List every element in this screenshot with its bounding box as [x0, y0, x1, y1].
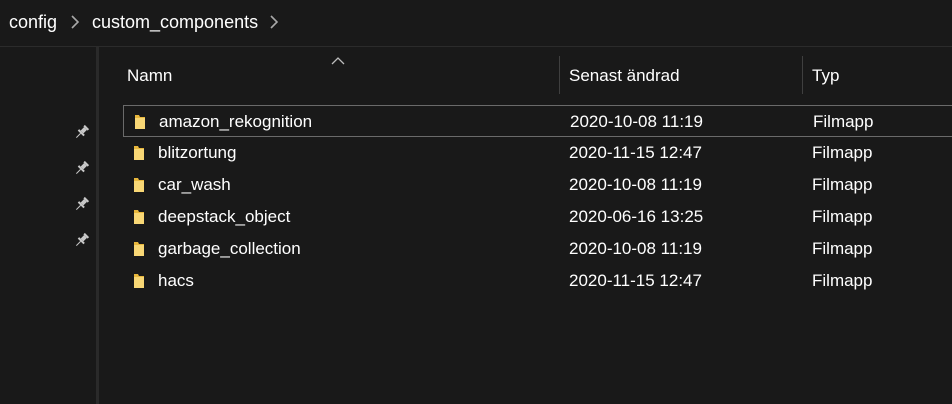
breadcrumb: config custom_components [0, 0, 952, 47]
pin-icon[interactable] [73, 123, 91, 141]
file-row[interactable]: deepstack_object 2020-06-16 13:25 Filmapp [123, 201, 952, 233]
file-explorer-window: config custom_components Namn Senast änd… [0, 0, 952, 404]
folder-icon [130, 240, 148, 258]
column-header-modified-label: Senast ändrad [569, 66, 680, 85]
file-name: hacs [158, 271, 194, 290]
file-modified-date: 2020-10-08 11:19 [570, 112, 703, 131]
file-modified-date: 2020-06-16 13:25 [569, 207, 704, 226]
navigation-pane [0, 47, 96, 404]
column-divider[interactable] [559, 56, 560, 94]
breadcrumb-item-config[interactable]: config [9, 12, 57, 33]
pin-icon[interactable] [73, 195, 91, 213]
column-header-type-label: Typ [812, 66, 840, 85]
file-modified-date: 2020-11-15 12:47 [569, 271, 702, 290]
file-row[interactable]: hacs 2020-11-15 12:47 Filmapp [123, 265, 952, 297]
file-name: car_wash [158, 175, 231, 194]
file-name: garbage_collection [158, 239, 301, 258]
chevron-right-icon[interactable] [269, 13, 279, 36]
chevron-right-icon[interactable] [70, 13, 80, 36]
file-type: Filmapp [812, 143, 873, 162]
file-row[interactable]: car_wash 2020-10-08 11:19 Filmapp [123, 169, 952, 201]
folder-icon [131, 113, 149, 131]
file-row[interactable]: blitzortung 2020-11-15 12:47 Filmapp [123, 137, 952, 169]
file-type: Filmapp [812, 271, 873, 290]
column-header-name-label: Namn [127, 66, 173, 85]
pin-icon[interactable] [73, 231, 91, 249]
file-modified-date: 2020-10-08 11:19 [569, 175, 702, 194]
file-name: deepstack_object [158, 207, 291, 226]
folder-icon [130, 144, 148, 162]
file-type: Filmapp [812, 207, 873, 226]
breadcrumb-item-custom-components[interactable]: custom_components [92, 12, 258, 33]
file-type: Filmapp [812, 175, 873, 194]
file-name: amazon_rekognition [159, 112, 313, 131]
column-header-name[interactable]: Namn [127, 56, 557, 96]
file-row[interactable]: garbage_collection 2020-10-08 11:19 Filmap… [123, 233, 952, 265]
file-modified-date: 2020-10-08 11:19 [569, 239, 702, 258]
file-type: Filmapp [813, 112, 874, 131]
file-modified-date: 2020-11-15 12:47 [569, 143, 702, 162]
file-row[interactable]: amazon_rekognition 2020-10-08 11:19 Filmap… [123, 105, 952, 137]
column-header-type[interactable]: Typ [812, 56, 942, 96]
folder-icon [130, 272, 148, 290]
pin-icon[interactable] [73, 159, 91, 177]
folder-icon [130, 208, 148, 226]
file-name: blitzortung [158, 143, 237, 162]
file-type: Filmapp [812, 239, 873, 258]
column-header-modified[interactable]: Senast ändrad [569, 56, 799, 96]
column-divider[interactable] [802, 56, 803, 94]
folder-icon [130, 176, 148, 194]
